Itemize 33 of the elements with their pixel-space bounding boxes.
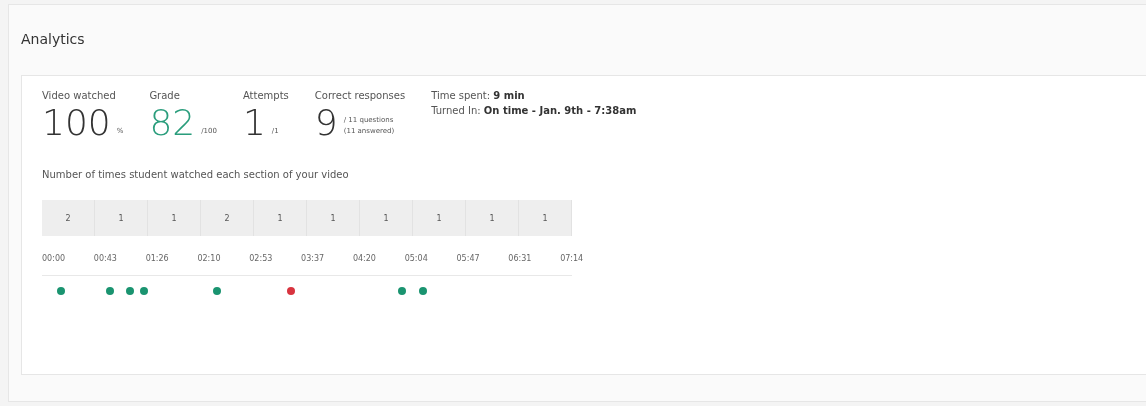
count-cell: 2 xyxy=(42,200,95,236)
count-cell: 1 xyxy=(466,200,519,236)
time-label: 03:37 xyxy=(301,254,326,263)
stat-value: 1 xyxy=(242,103,266,143)
time-label: 00:00 xyxy=(42,254,67,263)
count-cell: 1 xyxy=(307,200,360,236)
time-label: 00:43 xyxy=(93,254,118,263)
stat-label: Correct responses xyxy=(314,90,406,101)
time-label: 05:47 xyxy=(456,254,481,263)
stat-label: Video watched xyxy=(42,90,117,101)
section-caption: Number of times student watched each section of your video xyxy=(42,169,350,180)
time-label: 02:53 xyxy=(249,254,274,263)
count-cell: 1 xyxy=(413,200,466,236)
time-label: 04:20 xyxy=(352,254,377,263)
stat-value: 9 xyxy=(314,103,338,143)
stat-label: Attempts xyxy=(242,90,289,101)
stat-label: Grade xyxy=(149,90,181,101)
count-cell: 2 xyxy=(201,200,254,236)
count-cell: 1 xyxy=(254,200,307,236)
time-label: 05:04 xyxy=(404,254,429,263)
stat-value: 100 xyxy=(42,103,111,143)
time-label: 02:10 xyxy=(197,254,222,263)
count-cell: 1 xyxy=(360,200,413,236)
panel-title: Analytics xyxy=(21,31,86,47)
count-cell: 1 xyxy=(148,200,201,236)
stat-value: 82 xyxy=(149,103,196,143)
time-label: 06:31 xyxy=(508,254,533,263)
count-cell: 1 xyxy=(95,200,148,236)
time-label: 01:26 xyxy=(145,254,170,263)
info-text: Turned In: On time - Jan. 9th - 7:38am xyxy=(431,105,637,116)
count-cell: 1 xyxy=(519,200,572,236)
info-text: Time spent: 9 min xyxy=(431,90,526,101)
time-label: 07:14 xyxy=(560,254,585,263)
